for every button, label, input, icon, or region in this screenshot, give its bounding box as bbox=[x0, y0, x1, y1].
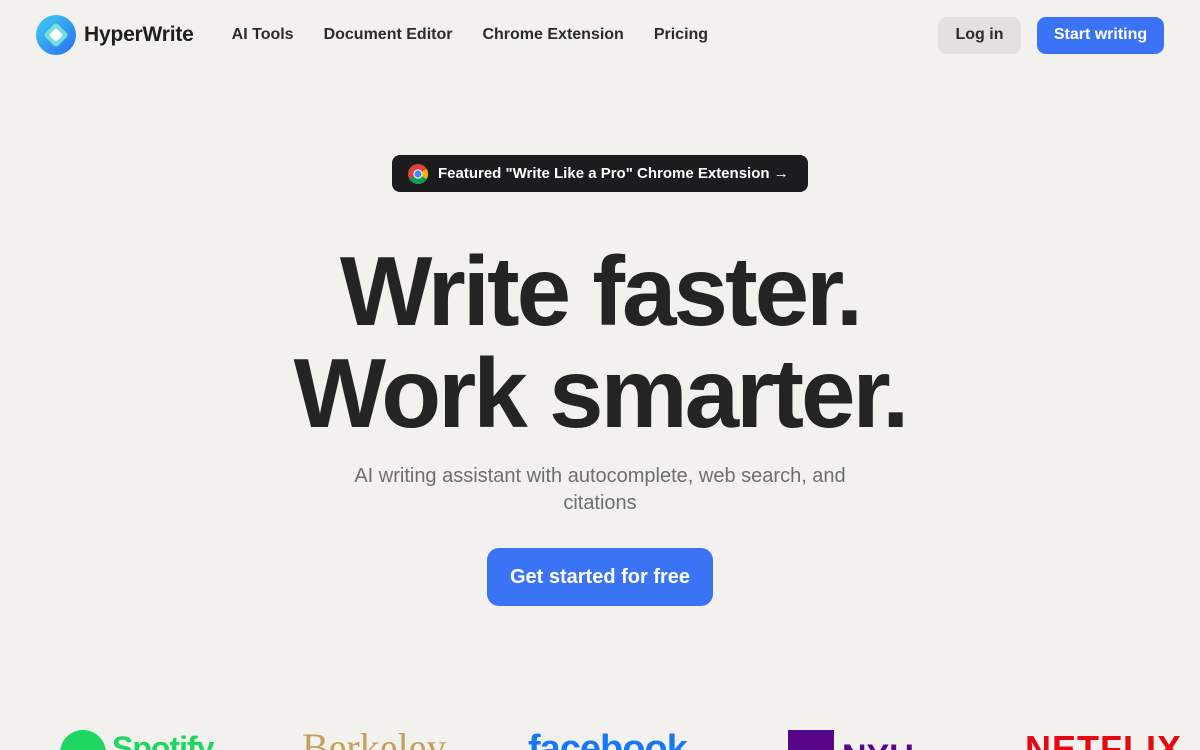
top-nav-bar: HyperWrite AI Tools Document Editor Chro… bbox=[0, 0, 1200, 70]
hyperwrite-logo-icon bbox=[36, 15, 76, 55]
customer-logos-strip: Spotify Berkeley facebook NYU NETFLIX bbox=[0, 720, 1200, 750]
brand-name: HyperWrite bbox=[84, 23, 194, 46]
nav-item-chrome-extension[interactable]: Chrome Extension bbox=[482, 26, 623, 44]
nyu-wordmark: NYU bbox=[842, 738, 914, 750]
start-writing-button[interactable]: Start writing bbox=[1037, 16, 1164, 54]
nav-item-ai-tools[interactable]: AI Tools bbox=[232, 26, 294, 44]
featured-extension-pill[interactable]: Featured "Write Like a Pro" Chrome Exten… bbox=[392, 155, 808, 192]
spotify-logo: Spotify bbox=[60, 720, 214, 750]
chrome-icon bbox=[408, 163, 428, 184]
brand-logo[interactable]: HyperWrite bbox=[36, 15, 194, 55]
get-started-button[interactable]: Get started for free bbox=[487, 548, 713, 606]
berkeley-logo: Berkeley bbox=[302, 725, 447, 750]
spotify-wordmark: Spotify bbox=[112, 730, 214, 750]
featured-label: Featured "Write Like a Pro" Chrome Exten… bbox=[438, 165, 789, 182]
nav-item-pricing[interactable]: Pricing bbox=[654, 26, 708, 44]
hero-subtitle: AI writing assistant with autocomplete, … bbox=[354, 465, 846, 514]
hero-title-line-1: Write faster. bbox=[339, 236, 863, 346]
nyu-torch-icon bbox=[788, 730, 834, 750]
spotify-circle-icon bbox=[60, 730, 106, 750]
login-button[interactable]: Log in bbox=[938, 16, 1021, 54]
facebook-logo: facebook bbox=[528, 728, 688, 750]
header-actions: Log in Start writing bbox=[938, 16, 1164, 54]
nyu-logo: NYU bbox=[788, 730, 914, 750]
hero-title: Write faster. Work smarter. bbox=[0, 240, 1200, 444]
main-nav: AI Tools Document Editor Chrome Extensio… bbox=[232, 26, 738, 44]
hero-title-line-2: Work smarter. bbox=[293, 338, 910, 448]
netflix-logo: NETFLIX bbox=[1025, 728, 1182, 750]
nav-item-document-editor[interactable]: Document Editor bbox=[324, 26, 453, 44]
